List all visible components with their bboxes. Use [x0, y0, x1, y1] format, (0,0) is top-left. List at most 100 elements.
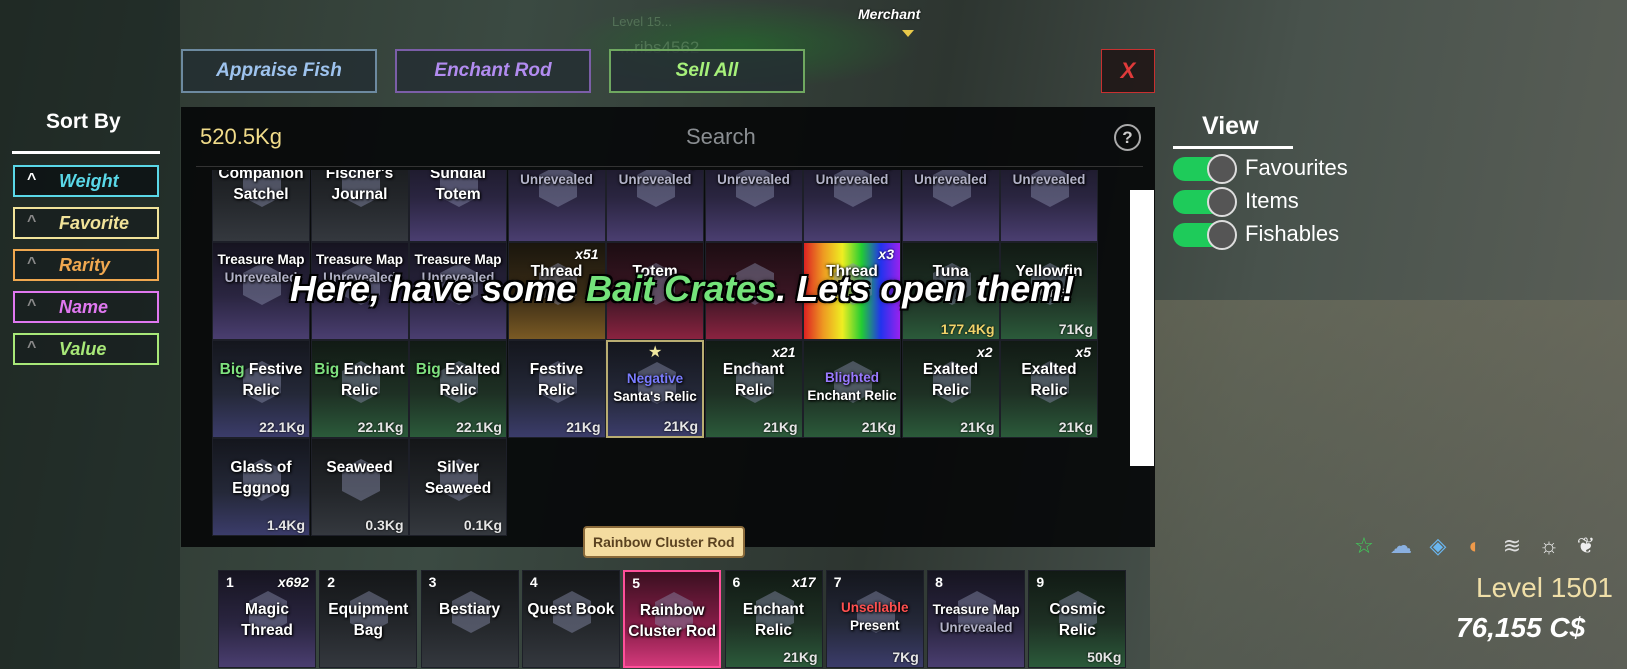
- inventory-item[interactable]: Big Enchant Relic 22.1Kg: [310, 340, 409, 438]
- sun-icon: ☼: [1538, 533, 1560, 558]
- hotbar-slot[interactable]: 1 x692 Magic Thread: [218, 570, 316, 668]
- appraise-fish-button[interactable]: Appraise Fish: [181, 49, 377, 93]
- item-quantity: x51: [575, 246, 599, 262]
- sort-label: Rarity: [59, 255, 111, 275]
- item-subtitle: Unrevealed: [1012, 172, 1086, 187]
- item-name-block: Enchant Relic: [728, 599, 820, 641]
- chevron-up-icon: ^: [27, 213, 37, 230]
- hotbar-slot[interactable]: 7 Unsellable Present 7Kg: [825, 570, 924, 668]
- moon-phase-icon: ◐: [1468, 533, 1482, 558]
- item-name-block: Glass of Eggnog: [215, 457, 307, 499]
- help-icon[interactable]: ?: [1114, 124, 1141, 151]
- inventory-item[interactable]: Festive Relic 21Kg: [507, 340, 606, 438]
- toggle-label: Favourites: [1245, 155, 1348, 180]
- hotbar-slot[interactable]: 5 Rainbow Cluster Rod: [623, 570, 722, 668]
- item-name: Seaweed: [326, 459, 393, 476]
- inventory-item[interactable]: Glass of Eggnog 1.4Kg: [212, 438, 310, 536]
- search-input[interactable]: Search: [686, 124, 756, 150]
- item-name: Cosmic Relic: [1049, 601, 1106, 639]
- hotbar-slot[interactable]: 2 Equipment Bag: [319, 570, 418, 668]
- sort-rarity-button[interactable]: ^ Rarity: [13, 249, 159, 281]
- chevron-up-icon: ^: [27, 297, 37, 314]
- merchant-label: Merchant: [858, 6, 921, 22]
- sort-weight-button[interactable]: ^ Weight: [13, 165, 159, 197]
- inventory-item[interactable]: Treasure MapUnrevealed: [507, 170, 606, 242]
- item-name-block: Enchant Relic: [708, 359, 800, 401]
- inventory-item[interactable]: Sundial Totem: [409, 170, 507, 242]
- item-name-block: Big Festive Relic: [215, 359, 307, 401]
- slot-number: 9: [1036, 574, 1045, 590]
- item-subtitle: Unrevealed: [815, 172, 889, 187]
- item-quantity: x21: [772, 344, 796, 360]
- item-subtitle: Unrevealed: [618, 172, 692, 187]
- slot-number: 6: [732, 574, 741, 590]
- inventory-item[interactable]: Treasure MapUnrevealed: [803, 170, 901, 242]
- dialogue-highlight: Bait Crates: [586, 268, 777, 309]
- inventory-item[interactable]: Big Exalted Relic 22.1Kg: [409, 340, 507, 438]
- item-name: Enchant Relic: [742, 601, 805, 639]
- inventory-item[interactable]: x21 Enchant Relic 21Kg: [704, 340, 803, 438]
- item-weight: 21Kg: [783, 649, 818, 665]
- item-name: Exalted Relic: [922, 361, 979, 399]
- slot-number: 5: [632, 575, 640, 591]
- item-name-block: Treasure MapUnrevealed: [609, 170, 701, 189]
- item-quantity: x17: [792, 574, 816, 590]
- sort-label: Favorite: [59, 213, 130, 233]
- inventory-item[interactable]: Treasure MapUnrevealed: [1000, 170, 1098, 242]
- sort-name-button[interactable]: ^ Name: [13, 291, 159, 323]
- toggle-fishables[interactable]: [1173, 220, 1237, 250]
- inventory-item[interactable]: Treasure MapUnrevealed: [606, 170, 704, 242]
- inventory-item[interactable]: Silver Seaweed 0.1Kg: [409, 438, 507, 536]
- item-name-block: Exalted Relic: [905, 359, 997, 401]
- hotbar-slot[interactable]: 3 Bestiary: [420, 570, 519, 668]
- item-name-block: Silver Seaweed: [412, 457, 504, 499]
- hotbar-slot[interactable]: 4 Quest Book: [521, 570, 620, 668]
- close-button[interactable]: X: [1101, 49, 1155, 93]
- water-drop-icon: ◈: [1429, 533, 1447, 558]
- panel-divider: [196, 166, 1143, 167]
- item-name-block: Big Enchant Relic: [314, 359, 406, 401]
- item-weight: 21Kg: [1058, 419, 1093, 435]
- inventory-item[interactable]: Blighted Enchant Relic 21Kg: [803, 340, 901, 438]
- inventory-item[interactable]: ★ Negative Santa's Relic 21Kg: [606, 340, 704, 438]
- enchant-rod-button[interactable]: Enchant Rod: [395, 49, 591, 93]
- star-icon: ☆: [1354, 533, 1374, 558]
- item-mutation: Negative: [626, 371, 684, 386]
- item-name: Fischer's Journal: [325, 170, 394, 203]
- sort-label: Value: [59, 339, 107, 359]
- item-name: Santa's Relic: [613, 389, 697, 404]
- inventory-scrollbar[interactable]: [1130, 190, 1154, 466]
- item-quantity: x3: [878, 246, 894, 262]
- sort-value-button[interactable]: ^ Value: [13, 333, 159, 365]
- inventory-item[interactable]: Treasure MapUnrevealed: [704, 170, 803, 242]
- item-name: Exalted Relic: [439, 361, 501, 399]
- sort-favorite-button[interactable]: ^ Favorite: [13, 207, 159, 239]
- inventory-grid: Companion Satchel Fischer's Journal Sundia…: [212, 170, 1130, 547]
- sell-all-button[interactable]: Sell All: [609, 49, 805, 93]
- item-name-block: Negative Santa's Relic: [610, 370, 700, 406]
- toggle-favourites[interactable]: [1173, 154, 1237, 184]
- dialogue-text-after: . Lets open them!: [776, 268, 1075, 309]
- hotbar-slot[interactable]: 9 Cosmic Relic 50Kg: [1028, 570, 1127, 668]
- item-weight: 50Kg: [1087, 649, 1122, 665]
- inventory-item[interactable]: Fischer's Journal: [310, 170, 409, 242]
- inventory-item[interactable]: x2 Exalted Relic 21Kg: [901, 340, 1000, 438]
- hotbar-slot[interactable]: 8 Treasure Map Unrevealed: [927, 570, 1026, 668]
- item-name-block: Seaweed: [314, 457, 406, 478]
- hotbar-slot[interactable]: 6 x17 Enchant Relic 21Kg: [724, 570, 823, 668]
- inventory-item[interactable]: Treasure MapUnrevealed: [901, 170, 1000, 242]
- inventory-item[interactable]: Seaweed 0.3Kg: [310, 438, 409, 536]
- inventory-item[interactable]: Companion Satchel: [212, 170, 310, 242]
- chevron-up-icon: ^: [27, 171, 37, 188]
- inventory-item[interactable]: Big Festive Relic 22.1Kg: [212, 340, 310, 438]
- slot-number: 3: [428, 574, 437, 590]
- inventory-item[interactable]: x5 Exalted Relic 21Kg: [1000, 340, 1098, 438]
- item-name: Festive Relic: [529, 361, 584, 399]
- item-name: Companion Satchel: [218, 170, 304, 203]
- big-tag: Big: [219, 361, 245, 378]
- player-level: Level 1501: [1476, 572, 1614, 603]
- item-name-block: Treasure MapUnrevealed: [511, 170, 603, 189]
- merchant-marker-icon: [902, 30, 914, 37]
- toggle-items[interactable]: [1173, 187, 1237, 217]
- slot-number: 4: [529, 574, 538, 590]
